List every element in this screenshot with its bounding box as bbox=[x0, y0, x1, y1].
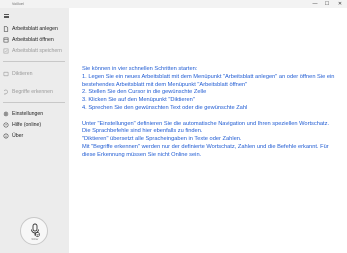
info-icon bbox=[3, 133, 9, 139]
sidebar: Arbeitsblatt anlegen Arbeitsblatt öffnen… bbox=[0, 8, 69, 253]
sidebar-item-dictate[interactable]: Diktieren bbox=[3, 69, 67, 78]
minimize-button[interactable]: — bbox=[310, 0, 320, 8]
instruction-note: Mit "Begriffe erkennen" werden nur der d… bbox=[82, 143, 329, 158]
sidebar-item-label: Hilfe (online) bbox=[12, 121, 42, 128]
help-icon: ? bbox=[3, 122, 9, 128]
sidebar-item-label: Arbeitsblatt speichern bbox=[12, 47, 62, 54]
sidebar-item-about[interactable]: Über bbox=[3, 131, 67, 140]
instruction-step: 2. Stellen Sie den Cursor in die gewünsc… bbox=[82, 89, 207, 96]
microphone-label: Wörter bbox=[31, 239, 39, 241]
sidebar-item-label: Über bbox=[12, 132, 24, 139]
microphone-button[interactable]: Wörter bbox=[20, 217, 48, 245]
sidebar-item-recognize-terms[interactable]: Begriffe erkennen bbox=[3, 87, 67, 96]
app-title: VoiXcel bbox=[12, 2, 24, 6]
open-sheet-icon bbox=[3, 37, 9, 43]
save-sheet-icon bbox=[3, 48, 9, 54]
microphone-icon bbox=[31, 223, 40, 237]
recognize-terms-icon bbox=[3, 89, 9, 95]
sidebar-item-label: Arbeitsblatt öffnen bbox=[12, 36, 54, 43]
sidebar-item-label: Diktieren bbox=[12, 70, 33, 77]
close-button[interactable]: ✕ bbox=[335, 0, 345, 8]
instructions-text: Sie können in vier schnellen Schritten s… bbox=[82, 66, 342, 160]
new-sheet-icon bbox=[3, 25, 9, 32]
sidebar-item-settings[interactable]: Einstellungen bbox=[3, 109, 67, 118]
instruction-note: Die Sprachbefehle sind hier ebenfalls zu… bbox=[82, 128, 203, 135]
dictate-icon bbox=[3, 71, 9, 77]
instruction-step: 1. Legen Sie ein neues Arbeitsblatt mit … bbox=[82, 73, 335, 88]
gear-icon bbox=[3, 111, 9, 117]
sidebar-item-label: Arbeitsblatt anlegen bbox=[12, 25, 58, 32]
instruction-step: 4. Sprechen Sie den gewünschten Text ode… bbox=[82, 104, 248, 111]
instruction-note: Unter "Einstellungen" definieren Sie die… bbox=[82, 120, 330, 127]
sidebar-divider bbox=[3, 61, 65, 62]
sidebar-item-help[interactable]: ? Hilfe (online) bbox=[3, 120, 67, 129]
instruction-note: "Diktieren" übersetzt alle Spracheingabe… bbox=[82, 136, 242, 143]
sidebar-item-label: Begriffe erkennen bbox=[12, 88, 53, 95]
sidebar-divider bbox=[3, 102, 65, 103]
sidebar-item-label: Einstellungen bbox=[12, 110, 44, 117]
instructions-intro: Sie können in vier schnellen Schritten s… bbox=[82, 66, 198, 72]
sidebar-item-new-sheet[interactable]: Arbeitsblatt anlegen bbox=[3, 24, 67, 33]
sidebar-item-save-sheet[interactable]: Arbeitsblatt speichern bbox=[3, 46, 67, 55]
sidebar-item-open-sheet[interactable]: Arbeitsblatt öffnen bbox=[3, 35, 67, 44]
svg-text:?: ? bbox=[5, 123, 7, 127]
maximize-button[interactable]: ☐ bbox=[322, 0, 332, 8]
main-content: Sie können in vier schnellen Schritten s… bbox=[69, 8, 347, 253]
title-bar: VoiXcel — ☐ ✕ bbox=[0, 0, 347, 8]
instruction-step: 3. Klicken Sie auf den Menüpunkt "Diktie… bbox=[82, 97, 195, 104]
hamburger-menu-icon[interactable] bbox=[4, 14, 9, 18]
